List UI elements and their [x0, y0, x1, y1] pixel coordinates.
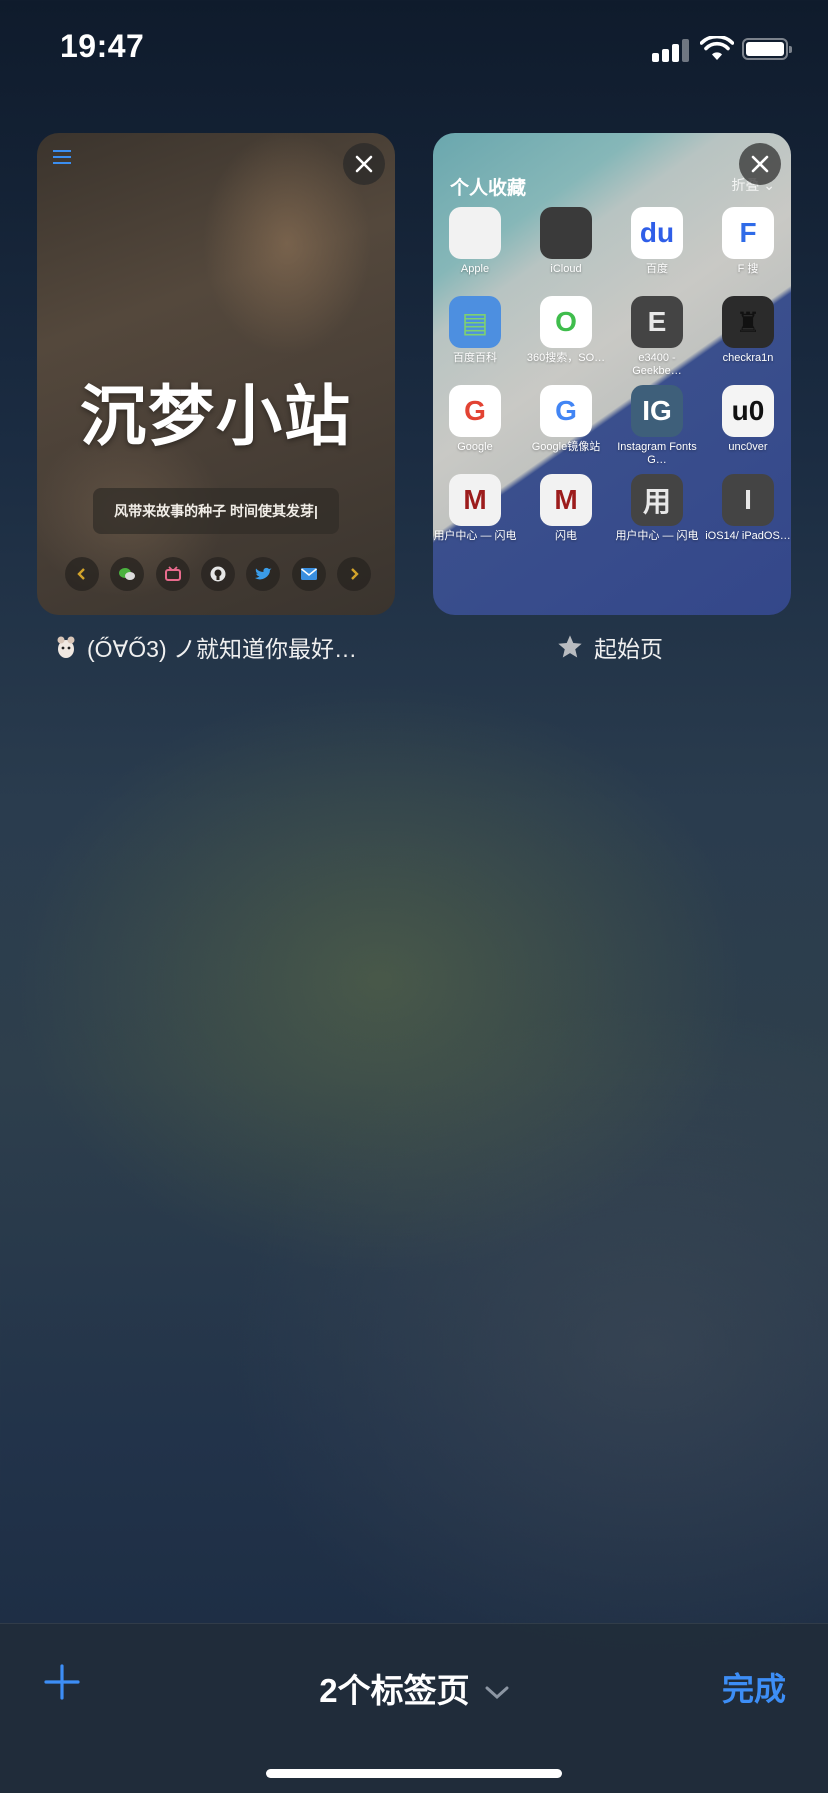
app-label: Google镜像站: [531, 441, 601, 453]
app-icon: du: [631, 207, 683, 259]
app-icon: 用: [631, 474, 683, 526]
favorite-app-item[interactable]: M 用户中心 — 闪电: [433, 474, 518, 543]
app-label: 闪电: [555, 530, 577, 542]
bilibili-icon: [155, 557, 190, 591]
favorite-app-item[interactable]: ▤ 百度百科: [433, 296, 518, 365]
app-label: e3400 - Geekbe…: [632, 352, 682, 377]
favorite-app-item[interactable]: 用用户中心 — 闪电: [614, 474, 700, 543]
app-label: iCloud: [550, 263, 582, 275]
app-icon: M: [449, 474, 501, 526]
tab-caption-right[interactable]: 起始页: [556, 630, 663, 664]
home-indicator: [266, 1769, 562, 1778]
app-label: 用户中心 — 闪电: [433, 530, 517, 542]
social-links-row: [65, 557, 371, 593]
favorite-app-item[interactable]: G Google镜像站: [523, 385, 609, 454]
close-tab-button[interactable]: [739, 143, 781, 185]
favorites-section-title: 个人收藏: [450, 178, 527, 199]
app-label: 百度百科: [453, 352, 497, 364]
favorite-app-item[interactable]: O 360搜索，SO…: [523, 296, 609, 365]
status-time: 19:47: [60, 28, 145, 64]
tab-count-menu[interactable]: 2个标签页: [0, 1664, 828, 1712]
tab-switcher-toolbar: 2个标签页 完成: [0, 1623, 828, 1793]
close-icon: [355, 155, 373, 173]
app-icon: I: [722, 474, 774, 526]
app-icon: G: [540, 385, 592, 437]
app-icon: ♜: [722, 296, 774, 348]
app-icon: O: [540, 296, 592, 348]
wifi-icon: [700, 36, 734, 60]
app-icon: F: [722, 207, 774, 259]
favorite-app-item[interactable]: iCloud: [523, 207, 609, 276]
battery-icon: [742, 38, 792, 60]
favorite-app-item[interactable]: Ee3400 - Geekbe…: [614, 296, 700, 378]
tab-card-start-page[interactable]: 个人收藏 折叠 ⌄ Apple iCloud du 百度 F F 搜 ▤ 百度百科 O 360搜索…: [433, 133, 791, 615]
twitter-icon: [246, 557, 281, 591]
app-label: Google: [457, 441, 493, 453]
status-bar: 19:47: [0, 0, 828, 100]
tab-caption-left[interactable]: (Ő∀Ő3) ノ就知道你最好…: [55, 630, 357, 664]
app-label: Apple: [460, 263, 490, 275]
favorite-app-item[interactable]: du 百度: [614, 207, 700, 276]
star-icon: [558, 635, 582, 658]
favorite-app-item[interactable]: M 闪电: [523, 474, 609, 543]
app-icon: [449, 207, 501, 259]
cellular-signal-icon: [652, 38, 692, 62]
chevron-down-icon: [485, 1686, 509, 1700]
github-icon: [200, 557, 235, 591]
app-label: 360搜索，SO…: [526, 352, 606, 364]
app-icon: [540, 207, 592, 259]
site-title: 沉梦小站: [80, 379, 352, 453]
favorite-app-item[interactable]: Apple: [433, 207, 518, 276]
favorite-app-item[interactable]: F F 搜: [705, 207, 791, 276]
close-icon: [751, 155, 769, 173]
app-label: unc0ver: [728, 441, 768, 453]
mail-icon: [291, 557, 326, 591]
menu-icon: [53, 150, 71, 166]
app-label: 用户中心 — 闪电: [615, 530, 699, 542]
app-label: 百度: [646, 263, 668, 275]
close-tab-button[interactable]: [343, 143, 385, 185]
app-icon: E: [631, 296, 683, 348]
favorite-app-item[interactable]: ♜ checkra1n: [705, 296, 791, 365]
app-icon: M: [540, 474, 592, 526]
tab-title: 起始页: [594, 636, 663, 662]
favorite-app-item[interactable]: IiOS14/ iPadOS…: [705, 474, 791, 543]
chevron-left-icon: [65, 557, 99, 591]
site-favicon-icon: [57, 636, 75, 658]
wechat-icon: [110, 557, 145, 591]
favorite-app-item[interactable]: G Google: [433, 385, 518, 454]
app-label: F 搜: [737, 263, 759, 275]
app-icon: ▤: [449, 296, 501, 348]
app-icon: IG: [631, 385, 683, 437]
app-icon: G: [449, 385, 501, 437]
app-icon: u0: [722, 385, 774, 437]
app-label: checkra1n: [722, 352, 774, 364]
done-button[interactable]: 完成: [722, 1664, 786, 1710]
tab-card-chenmeng[interactable]: 沉梦小站 风带来故事的种子 时间使其发芽|: [37, 133, 395, 615]
chevron-right-icon: [336, 557, 371, 591]
app-label: iOS14/ iPadOS…: [705, 530, 791, 542]
app-label: Instagram Fonts G…: [617, 441, 697, 466]
favorite-app-item[interactable]: IG Instagram Fonts G…: [614, 385, 700, 467]
favorite-app-item[interactable]: u0 unc0ver: [705, 385, 791, 454]
site-motto: 风带来故事的种子 时间使其发芽|: [93, 488, 339, 534]
tab-title: (Ő∀Ő3) ノ就知道你最好…: [87, 636, 358, 662]
